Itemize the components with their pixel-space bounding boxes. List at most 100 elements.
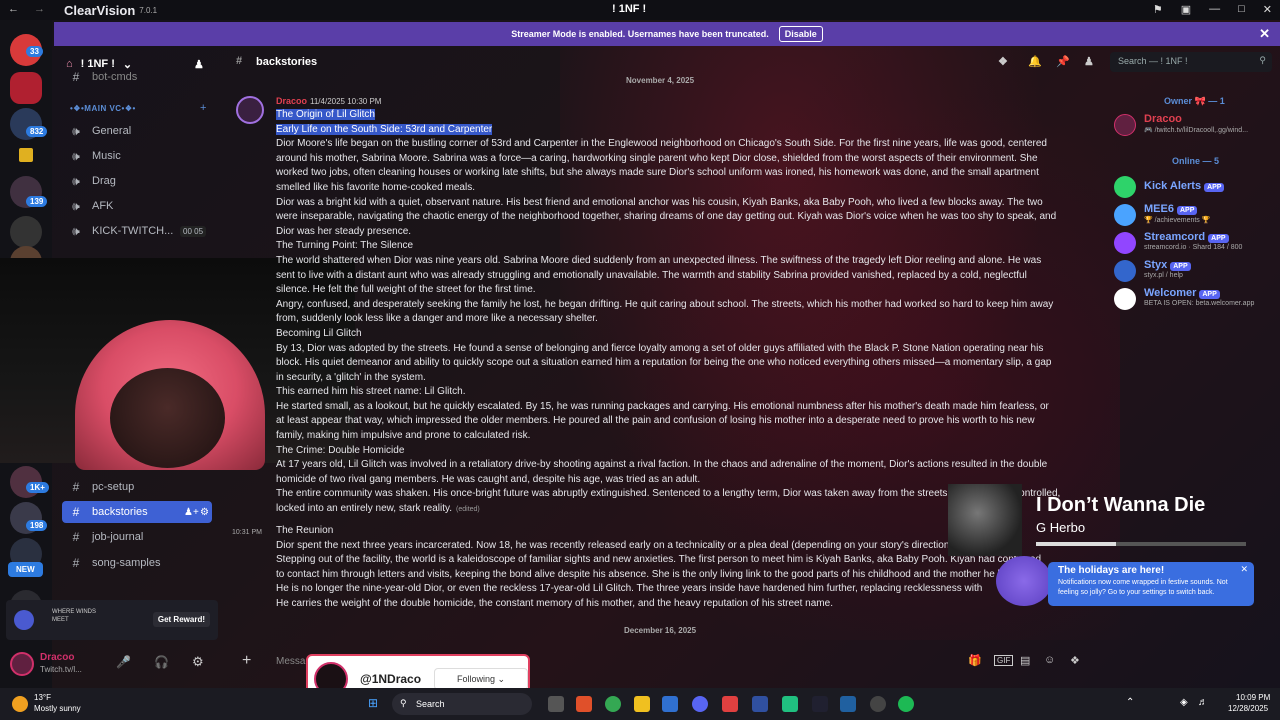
message-line: This earned him his street name: Lil Gli… — [276, 385, 1076, 400]
app-icon[interactable] — [870, 696, 886, 712]
search-icon: ⚲ — [1259, 55, 1266, 65]
message-line: sent to live with a distant aunt who was… — [276, 269, 1076, 284]
text-channel[interactable]: # job-journal — [62, 526, 212, 548]
voice-channel[interactable]: 🕪 Music — [62, 145, 212, 167]
app-badge: APP — [1199, 290, 1220, 299]
headphones-icon[interactable]: 🎧 — [154, 655, 169, 669]
bell-icon[interactable]: 🔔 — [1028, 55, 1042, 68]
windows-start-icon[interactable]: ⊞ — [368, 696, 378, 710]
app-version: 7.0.1 — [139, 5, 158, 15]
channel-title: backstories — [256, 56, 318, 68]
get-reward-button[interactable]: Get Reward! — [152, 612, 210, 627]
member-name: Welcomer APP — [1144, 287, 1220, 299]
message-text: By 13, Dior was adopted by the streets. … — [276, 342, 1044, 354]
pin-icon[interactable]: 📌 — [1056, 55, 1070, 68]
member-row[interactable]: MEE6 APP 🏆 /achievements 🏆 — [1114, 202, 1280, 226]
plus-icon[interactable]: + — [242, 652, 251, 670]
add-channel-icon[interactable]: + — [200, 102, 206, 114]
brave-icon[interactable] — [576, 696, 592, 712]
message-text: at least appear that way, which impresse… — [276, 415, 1035, 427]
app-icon[interactable] — [722, 696, 738, 712]
app-icon[interactable] — [752, 696, 768, 712]
voice-channel[interactable]: 🕪 AFK — [62, 195, 212, 217]
photos-icon[interactable] — [662, 696, 678, 712]
members-icon[interactable]: ♟ — [1084, 55, 1094, 68]
server-icon[interactable] — [10, 216, 42, 248]
message-line: At 17 years old, Lil Glitch was involved… — [276, 458, 1076, 473]
hash-icon: # — [72, 505, 80, 519]
chrome-icon[interactable] — [605, 696, 621, 712]
close-icon[interactable]: ✕ — [1240, 564, 1248, 574]
back-arrow-icon[interactable]: ← — [8, 3, 19, 15]
message-author[interactable]: Dracoo — [276, 94, 307, 109]
member-row[interactable]: Welcomer APP BETA IS OPEN: beta.welcomer.a… — [1114, 286, 1280, 310]
voice-channel[interactable]: 🕪 Drag — [62, 170, 212, 192]
message-text: He started small, as a lookout, but he q… — [276, 400, 1049, 412]
add-member-icon[interactable]: ♟+ — [184, 507, 199, 518]
server-icon[interactable] — [10, 72, 42, 104]
folder-icon[interactable] — [19, 148, 33, 162]
app-icon[interactable] — [812, 696, 828, 712]
volume-icon[interactable]: ♬ — [1198, 697, 1208, 708]
close-icon[interactable]: ✕ — [1263, 3, 1272, 16]
message-text: worked two jobs, often cleaning houses o… — [276, 167, 1039, 179]
add-member-icon[interactable]: ♟ — [194, 58, 204, 71]
sticker-icon[interactable]: ▤ — [1020, 654, 1030, 667]
steam-icon[interactable] — [840, 696, 856, 712]
text-channel[interactable]: # pc-setup — [62, 476, 212, 498]
flag-icon[interactable]: ⚑ — [1153, 3, 1163, 16]
avatar[interactable] — [236, 96, 264, 124]
member-row[interactable]: Kick Alerts APP — [1114, 174, 1280, 198]
mute-mic-icon[interactable]: 🎤 — [116, 655, 131, 669]
close-icon[interactable]: ✕ — [1259, 26, 1270, 42]
date-divider: December 16, 2025 — [624, 626, 697, 635]
text-channel-active[interactable]: # backstories ♟+ ⚙ — [62, 501, 212, 523]
forward-arrow-icon[interactable]: → — [34, 3, 45, 15]
clock-time[interactable]: 10:09 PM — [1236, 693, 1270, 702]
message-text: were inseparable, navigating the chaotic… — [276, 211, 1057, 223]
message-line: were inseparable, navigating the chaotic… — [276, 210, 1076, 225]
weather-desc: Mostly sunny — [34, 704, 81, 713]
member-row[interactable]: Dracoo 🎮 /twitch.tv/lilDracooll,.gg/wind… — [1114, 112, 1280, 136]
message-line: worked two jobs, often cleaning houses o… — [276, 166, 1076, 181]
game-promo[interactable]: WHERE WINDS MEET Get Reward! — [6, 600, 218, 640]
clock-date[interactable]: 12/28/2025 — [1228, 704, 1268, 713]
wifi-icon[interactable]: ◈ — [1180, 697, 1188, 708]
task-view-icon[interactable] — [548, 696, 564, 712]
discord-icon[interactable] — [692, 696, 708, 712]
inbox-icon[interactable]: ▣ — [1181, 3, 1191, 16]
member-row[interactable]: Streamcord APP streamcord.io · Shard 184 /… — [1114, 230, 1280, 254]
member-row[interactable]: Styx APP styx.pl / help — [1114, 258, 1280, 282]
text-channel[interactable]: # song-samples — [62, 552, 212, 574]
threads-icon[interactable]: ❖ — [998, 55, 1008, 68]
taskbar-search[interactable]: ⚲ Search — [392, 693, 532, 715]
member-status: 🎮 /twitch.tv/lilDracooll,.gg/wind... — [1144, 127, 1249, 134]
disable-button[interactable]: Disable — [778, 26, 823, 42]
maximize-icon[interactable]: □ — [1238, 3, 1245, 16]
notification-body: Notifications now come wrapped in festiv… — [1058, 579, 1228, 596]
banner-text: Streamer Mode is enabled. Usernames have… — [511, 29, 769, 39]
avatar — [1114, 204, 1136, 226]
file-explorer-icon[interactable] — [634, 696, 650, 712]
avatar[interactable] — [10, 652, 34, 676]
voice-channel[interactable]: 🕪 General — [62, 120, 212, 142]
gear-icon[interactable]: ⚙ — [200, 507, 209, 518]
search-input[interactable]: Search ― ! 1NF ! ⚲ — [1110, 52, 1272, 72]
channel-name[interactable]: bot-cmds — [92, 71, 137, 83]
app-icon[interactable] — [782, 696, 798, 712]
holiday-notification[interactable]: The holidays are here! Notifications now… — [1048, 562, 1254, 606]
tray-chevron-icon[interactable]: ⌃ — [1126, 697, 1134, 708]
gift-icon[interactable]: 🎁 — [968, 654, 982, 667]
minimize-icon[interactable]: — — [1209, 3, 1220, 16]
gear-icon[interactable]: ⚙ — [192, 654, 204, 670]
spotify-icon[interactable] — [898, 696, 914, 712]
following-button[interactable]: Following ⌄ — [434, 668, 528, 690]
voice-category-header[interactable]: •❖•MAIN VC•❖• — [70, 104, 136, 113]
member-name-text: Welcomer — [1144, 287, 1197, 299]
emoji-icon[interactable]: ☺ — [1044, 654, 1055, 666]
apps-icon[interactable]: ❖ — [1070, 654, 1080, 667]
app-badge: APP — [1204, 183, 1225, 192]
new-badge[interactable]: NEW — [8, 562, 43, 577]
gif-icon[interactable]: GIF — [994, 655, 1014, 666]
voice-channel[interactable]: 🕪 KICK-TWITCH... 00 05 — [62, 220, 212, 242]
